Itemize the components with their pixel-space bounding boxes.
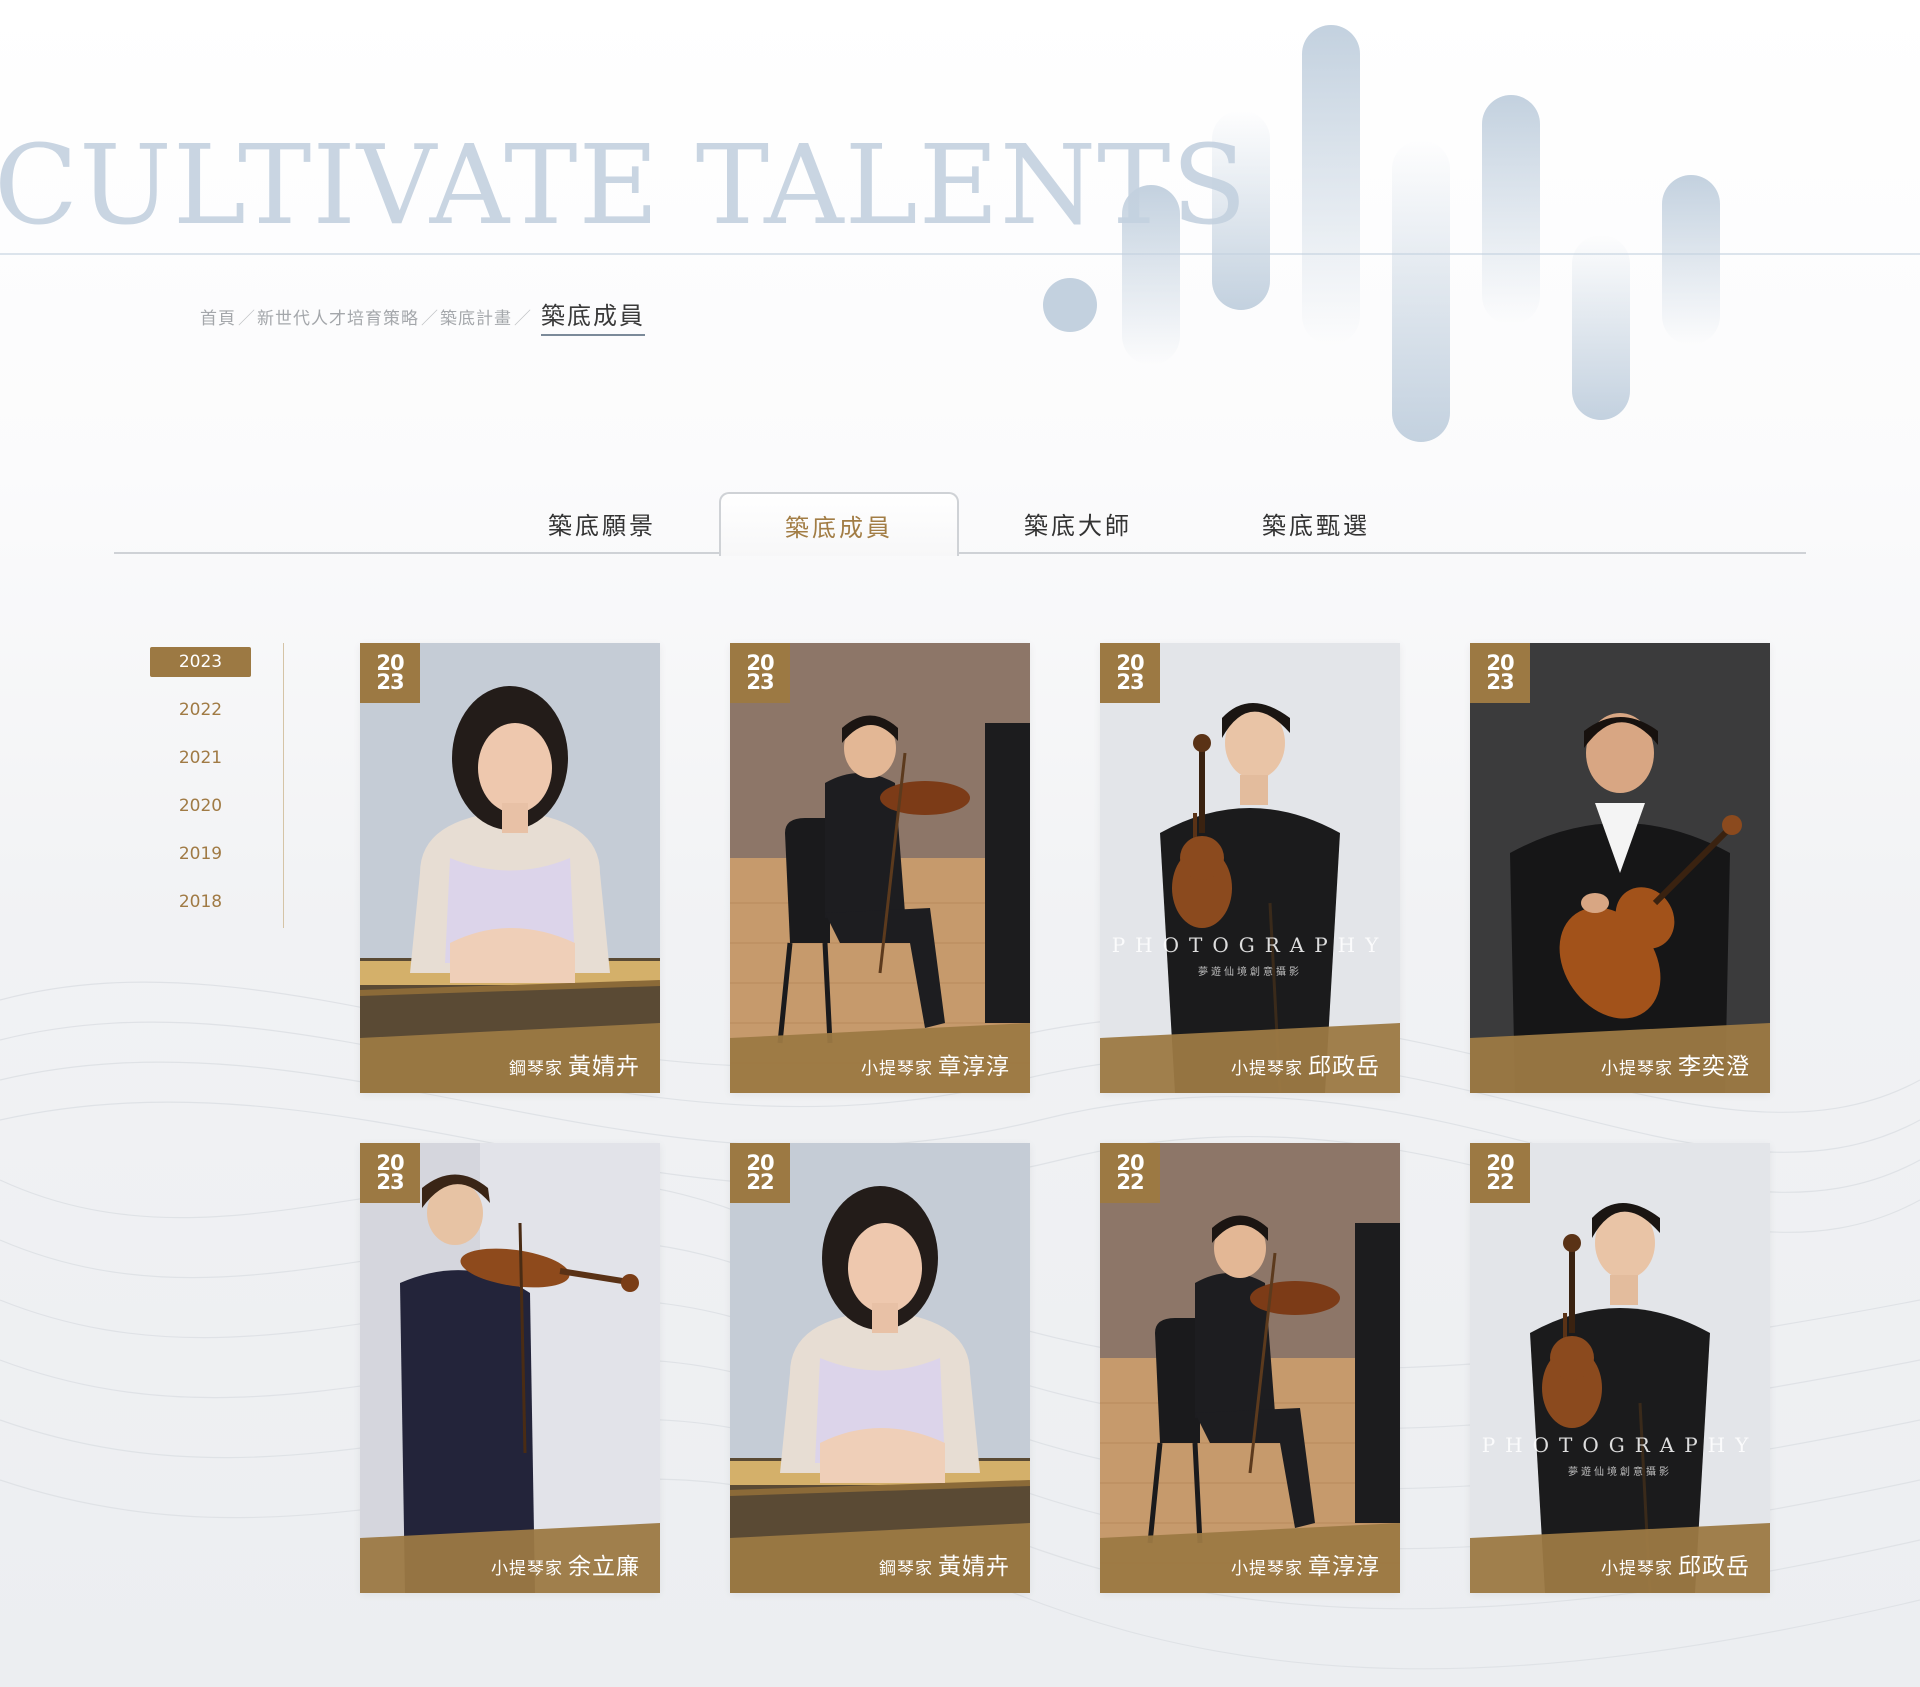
member-name: 邱政岳 — [1308, 1054, 1380, 1080]
member-name: 余立廉 — [568, 1554, 640, 1580]
member-role: 小提琴家 — [1601, 1059, 1673, 1079]
year-item-2020[interactable]: 2020 — [150, 791, 251, 821]
member-role: 鋼琴家 — [879, 1559, 933, 1579]
breadcrumb-strategy[interactable]: 新世代人才培育策略 — [257, 304, 419, 329]
year-badge: 20 22 — [1100, 1143, 1160, 1203]
year-badge: 20 23 — [360, 1143, 420, 1203]
tab-vision[interactable]: 築底願景 — [482, 492, 722, 554]
section-tabs: 築底願景 築底成員 築底大師 築底甄選 — [0, 492, 1920, 556]
year-item-2023[interactable]: 2023 — [150, 647, 251, 677]
year-item-2022[interactable]: 2022 — [150, 695, 251, 725]
tab-selection[interactable]: 築底甄選 — [1196, 492, 1436, 554]
member-role: 鋼琴家 — [509, 1059, 563, 1079]
member-caption: 小提琴家 余立廉 — [491, 1547, 640, 1581]
breadcrumb-home[interactable]: 首頁 — [200, 304, 236, 329]
year-item-2021[interactable]: 2021 — [150, 743, 251, 773]
member-role: 小提琴家 — [1601, 1559, 1673, 1579]
year-badge: 20 23 — [730, 643, 790, 703]
year-filter: 2023 2022 2021 2020 2019 2018 — [150, 647, 251, 935]
breadcrumb: 首頁 ／ 新世代人才培育策略 ／ 築底計畫 ／ 築底成員 — [200, 296, 645, 336]
member-caption: 小提琴家 邱政岳 — [1231, 1047, 1380, 1081]
member-name: 黃婧卉 — [568, 1054, 640, 1080]
breadcrumb-separator: ／ — [514, 309, 531, 329]
equalizer-decoration — [1043, 25, 1720, 442]
year-badge: 20 22 — [1470, 1143, 1530, 1203]
member-caption: 小提琴家 李奕澄 — [1601, 1047, 1750, 1081]
photo-watermark: PHOTOGRAPHY 夢遊仙境創意攝影 — [1481, 1433, 1759, 1478]
member-card[interactable]: 20 22 小提琴家 章淳淳 — [1100, 1143, 1400, 1593]
member-name: 李奕澄 — [1678, 1054, 1750, 1080]
member-name: 黃婧卉 — [938, 1554, 1010, 1580]
member-card[interactable]: PHOTOGRAPHY 夢遊仙境創意攝影 20 22 小提琴家 邱政岳 — [1470, 1143, 1770, 1593]
member-name: 章淳淳 — [1308, 1554, 1380, 1580]
breadcrumb-program[interactable]: 築底計畫 — [440, 304, 512, 329]
member-role: 小提琴家 — [861, 1059, 933, 1079]
breadcrumb-current: 築底成員 — [541, 296, 645, 336]
member-caption: 小提琴家 邱政岳 — [1601, 1547, 1750, 1581]
member-caption: 鋼琴家 黃婧卉 — [509, 1047, 640, 1081]
member-card[interactable]: 20 23 小提琴家 李奕澄 — [1470, 643, 1770, 1093]
member-caption: 小提琴家 章淳淳 — [861, 1047, 1010, 1081]
member-role: 小提琴家 — [491, 1559, 563, 1579]
member-card[interactable]: 20 23 小提琴家 余立廉 — [360, 1143, 660, 1593]
year-badge: 20 23 — [1100, 643, 1160, 703]
year-item-2018[interactable]: 2018 — [150, 887, 251, 917]
member-card[interactable]: 20 23 小提琴家 章淳淳 — [730, 643, 1030, 1093]
member-role: 小提琴家 — [1231, 1059, 1303, 1079]
year-item-2019[interactable]: 2019 — [150, 839, 251, 869]
member-name: 邱政岳 — [1678, 1554, 1750, 1580]
year-filter-divider — [283, 643, 284, 928]
tab-members[interactable]: 築底成員 — [719, 492, 959, 556]
tab-masters[interactable]: 築底大師 — [958, 492, 1198, 554]
member-card[interactable]: PHOTOGRAPHY 夢遊仙境創意攝影 20 23 小提琴家 邱政岳 — [1100, 643, 1400, 1093]
member-caption: 小提琴家 章淳淳 — [1231, 1547, 1380, 1581]
year-badge: 20 22 — [730, 1143, 790, 1203]
photo-watermark: PHOTOGRAPHY 夢遊仙境創意攝影 — [1111, 933, 1389, 978]
member-name: 章淳淳 — [938, 1054, 1010, 1080]
breadcrumb-separator: ／ — [421, 309, 438, 329]
year-badge: 20 23 — [360, 643, 420, 703]
member-role: 小提琴家 — [1231, 1559, 1303, 1579]
member-caption: 鋼琴家 黃婧卉 — [879, 1547, 1010, 1581]
member-card[interactable]: 20 22 鋼琴家 黃婧卉 — [730, 1143, 1030, 1593]
year-badge: 20 23 — [1470, 643, 1530, 703]
breadcrumb-separator: ／ — [238, 309, 255, 329]
member-card[interactable]: 20 23 鋼琴家 黃婧卉 — [360, 643, 660, 1093]
